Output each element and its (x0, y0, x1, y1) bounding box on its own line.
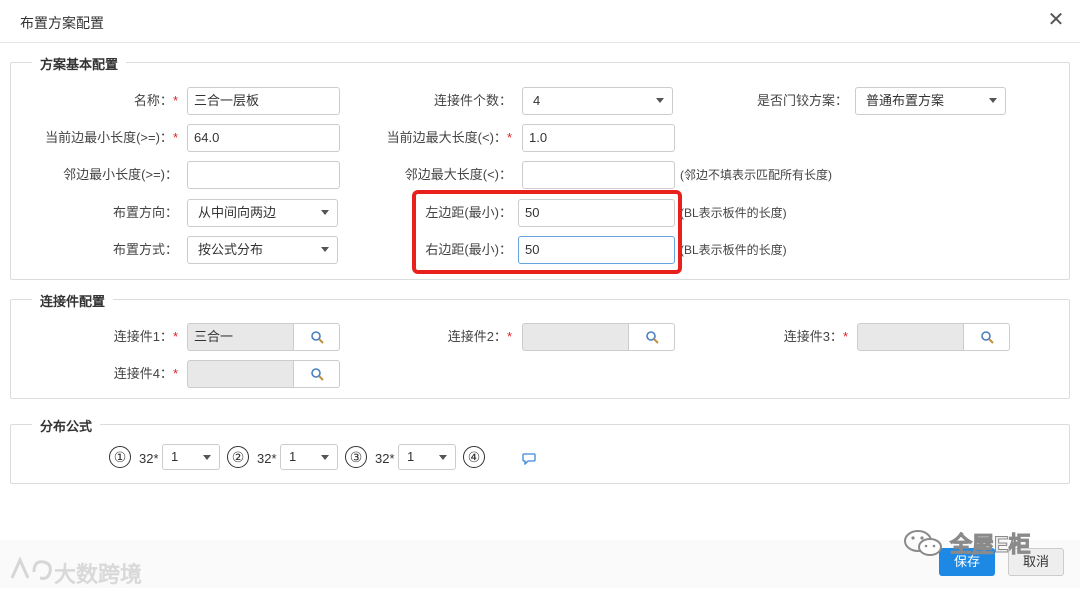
highlight-box (412, 190, 682, 274)
search-icon (311, 368, 324, 381)
connector1-search-button[interactable] (294, 323, 340, 351)
formula-multiplier-3: 32* (375, 451, 395, 466)
adjacent-max-input[interactable] (522, 161, 675, 189)
connector2-input[interactable] (522, 323, 629, 351)
adjacent-max-label: 邻边最大长度(<)： (404, 167, 512, 182)
formula-step3-marker: ③ (345, 446, 367, 468)
search-icon (646, 331, 659, 344)
formula-multiplier-1: 32* (139, 451, 159, 466)
formula-legend: 分布公式 (32, 416, 101, 435)
formula-step4-marker: ④ (463, 446, 485, 468)
watermark-logo-left (10, 556, 52, 580)
hinge-value: 普通布置方案 (866, 93, 945, 108)
direction-label: 布置方向： (112, 205, 178, 220)
dialog-title: 布置方案配置 (20, 15, 104, 31)
connector4-search-button[interactable] (294, 360, 340, 388)
connector4-label: 连接件4：* (113, 366, 178, 381)
chevron-down-icon (656, 98, 664, 103)
formula-select-1-value: 1 (171, 449, 179, 464)
formula-select-2-value: 1 (289, 449, 297, 464)
connector1-input[interactable]: 三合一 (187, 323, 294, 351)
search-icon (311, 331, 324, 344)
hinge-label: 是否门铰方案： (756, 93, 848, 108)
name-label: 名称：* (133, 93, 178, 108)
name-input[interactable]: 三合一层板 (187, 87, 340, 115)
adjacent-min-label: 邻边最小长度(>=)： (63, 167, 178, 182)
method-select[interactable]: 按公式分布 (187, 236, 338, 264)
connector-count-value: 4 (533, 93, 541, 108)
chevron-down-icon (321, 210, 329, 215)
chevron-down-icon (203, 455, 211, 460)
direction-value: 从中间向两边 (198, 205, 277, 220)
watermark-text-left: 大数跨境 (54, 562, 143, 587)
chevron-down-icon (321, 247, 329, 252)
formula-step1-marker: ① (109, 446, 131, 468)
adjacent-min-input[interactable] (187, 161, 340, 189)
dialog-titlebar: 布置方案配置 ✕ (0, 0, 1080, 43)
chevron-down-icon (321, 455, 329, 460)
current-max-label: 当前边最大长度(<)：* (386, 130, 512, 145)
close-icon[interactable]: ✕ (1046, 9, 1066, 31)
formula-select-1[interactable]: 1 (162, 444, 220, 470)
chevron-down-icon (989, 98, 997, 103)
connector3-search-button[interactable] (964, 323, 1010, 351)
connector-count-select[interactable]: 4 (522, 87, 673, 115)
current-max-input[interactable]: 1.0 (522, 124, 675, 152)
formula-select-2[interactable]: 1 (280, 444, 338, 470)
formula-multiplier-2: 32* (257, 451, 277, 466)
method-label: 布置方式： (112, 242, 178, 257)
formula-select-3-value: 1 (407, 449, 415, 464)
hinge-select[interactable]: 普通布置方案 (855, 87, 1006, 115)
basic-config-legend: 方案基本配置 (32, 54, 127, 73)
right-margin-note: (BL表示板件的长度) (680, 243, 787, 257)
comment-icon[interactable] (522, 453, 536, 465)
connector-config-legend: 连接件配置 (32, 291, 114, 310)
formula-select-3[interactable]: 1 (398, 444, 456, 470)
connector4-input[interactable] (187, 360, 294, 388)
search-icon (981, 331, 994, 344)
formula-step2-marker: ② (227, 446, 249, 468)
wechat-icon (904, 530, 942, 556)
connector3-label: 连接件3：* (783, 329, 848, 344)
connector2-search-button[interactable] (629, 323, 675, 351)
chevron-down-icon (439, 455, 447, 460)
connector-count-label: 连接件个数： (433, 93, 512, 108)
left-margin-note: (BL表示板件的长度) (680, 206, 787, 220)
watermark-text-right: 全屋E柜 (950, 532, 1032, 558)
adjacent-note: (邻边不填表示匹配所有长度) (680, 168, 832, 182)
direction-select[interactable]: 从中间向两边 (187, 199, 338, 227)
method-value: 按公式分布 (198, 242, 264, 257)
connector1-label: 连接件1：* (113, 329, 178, 344)
current-min-input[interactable]: 64.0 (187, 124, 340, 152)
connector3-input[interactable] (857, 323, 964, 351)
current-min-label: 当前边最小长度(>=)：* (45, 130, 178, 145)
connector2-label: 连接件2：* (447, 329, 512, 344)
